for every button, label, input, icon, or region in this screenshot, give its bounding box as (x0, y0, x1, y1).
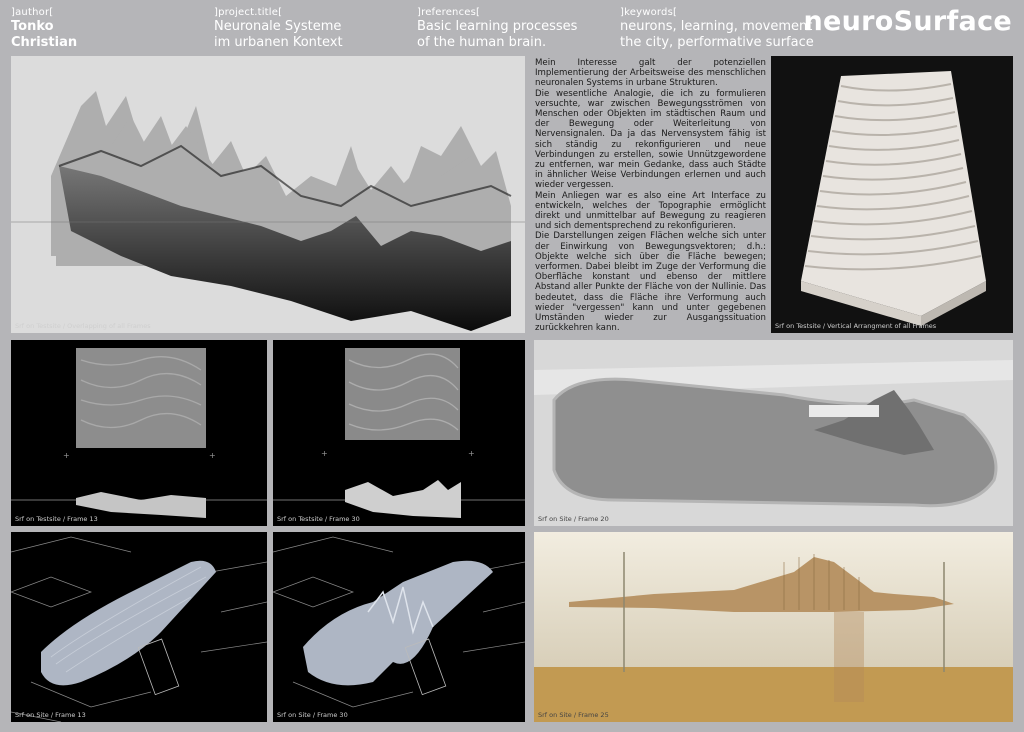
paragraph-3: Mein Anliegen war es also eine Art Inter… (535, 190, 766, 232)
caption-site-frame25: Srf on Site / Frame 25 (538, 711, 609, 719)
references-line2: of the human brain. (417, 35, 547, 50)
title-box: neuroSurface (804, 0, 1024, 46)
paragraph-4: Die Darstellungen zeigen Flächen welche … (535, 231, 766, 334)
svg-text:+: + (63, 451, 70, 460)
site-frame20-image (534, 340, 1013, 526)
svg-text:+: + (321, 449, 328, 458)
keywords-block: ]keywords[ neurons, learning, movement i… (620, 7, 828, 50)
author-first-name: Tonko (11, 19, 54, 34)
testsite-frame30-image: + + (273, 348, 525, 518)
paragraph-1: Mein Interesse galt der potenziellen Imp… (535, 58, 766, 89)
svg-text:+: + (468, 449, 475, 458)
site-frame13-panel: Srf on Site / Frame 13 (11, 532, 267, 722)
overlap-render-panel: Srf on Testsite / Overlapping of all Fra… (11, 56, 525, 333)
caption-site-frame20: Srf on Site / Frame 20 (538, 515, 609, 523)
keywords-label: ]keywords[ (620, 7, 678, 18)
vertical-model-image (801, 71, 986, 326)
references-line1: Basic learning processes (417, 19, 578, 34)
references-block: ]references[ Basic learning processes of… (417, 7, 577, 50)
site-frame20-panel: Srf on Site / Frame 20 (534, 340, 1013, 526)
author-block: ]author[ Tonko Christian (11, 7, 77, 50)
author-last-name: Christian (11, 35, 78, 50)
caption-overlap: Srf on Testsite / Overlapping of all Fra… (15, 322, 151, 330)
testsite-frame30-panel: + + Srf on Testsite / Frame 30 (273, 340, 525, 526)
header-bar: ]author[ Tonko Christian ]project.title[… (0, 0, 1024, 56)
vertical-model-panel: Srf on Testsite / Vertical Arrangment of… (771, 56, 1013, 333)
author-label: ]author[ (11, 7, 54, 18)
testsite-frame13-panel: + + Srf on Testsite / Frame 13 (11, 340, 267, 526)
svg-text:+: + (209, 451, 216, 460)
caption-testsite-frame13: Srf on Testsite / Frame 13 (15, 515, 98, 523)
references-label: ]references[ (417, 7, 481, 18)
description-text: Mein Interesse galt der potenziellen Imp… (535, 58, 766, 333)
caption-site-frame13: Srf on Site / Frame 13 (15, 711, 86, 719)
site-frame25-image (534, 532, 1013, 722)
page-title: neuroSurface (803, 6, 1012, 37)
site-frame30-panel: Srf on Site / Frame 30 (273, 532, 525, 722)
testsite-frame13-image: + + (11, 348, 267, 518)
project-title-line1: Neuronale Systeme (214, 19, 342, 34)
site-frame13-image (11, 536, 267, 722)
caption-site-frame30: Srf on Site / Frame 30 (277, 711, 348, 719)
project-label: ]project.title[ (214, 7, 283, 18)
project-block: ]project.title[ Neuronale Systeme im urb… (214, 7, 343, 50)
keywords-line2: the city, performative surface (620, 35, 814, 50)
keywords-line1: neurons, learning, movement in (620, 19, 829, 34)
overlap-render-image (11, 91, 525, 331)
caption-testsite-frame30: Srf on Testsite / Frame 30 (277, 515, 360, 523)
caption-vertical: Srf on Testsite / Vertical Arrangment of… (775, 322, 937, 330)
site-frame25-panel: Srf on Site / Frame 25 (534, 532, 1013, 722)
paragraph-2: Die wesentliche Analogie, die ich zu for… (535, 88, 766, 191)
site-frame30-image (273, 536, 525, 708)
project-title-line2: im urbanen Kontext (214, 35, 343, 50)
